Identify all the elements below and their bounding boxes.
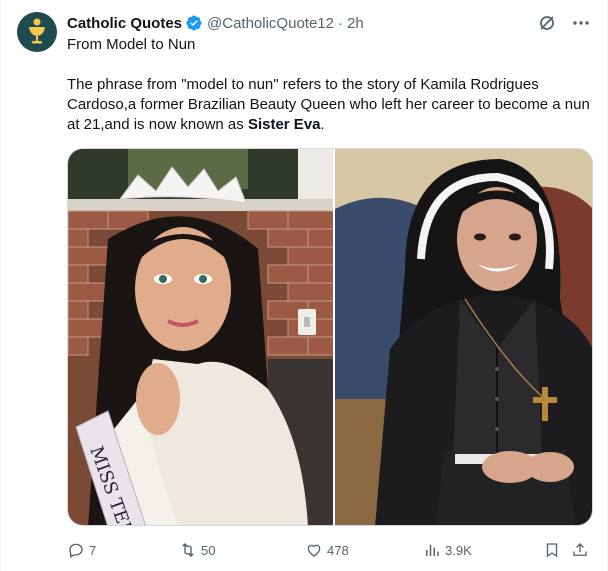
beauty-queen-photo[interactable]: MISS TEE: [68, 149, 335, 525]
bookmark-button[interactable]: [543, 538, 561, 562]
author-name[interactable]: Catholic Quotes: [67, 15, 182, 32]
share-icon: [573, 543, 587, 556]
avatar[interactable]: [17, 12, 57, 52]
tweet-body: The phrase from "model to nun" refers to…: [67, 75, 595, 135]
author-handle[interactable]: @CatholicQuote12: [207, 15, 334, 32]
tweet-actions: 7 50 478 3.9K: [67, 538, 595, 562]
bookmark-icon: [546, 543, 558, 558]
tweet-text: From Model to Nun The phrase from "model…: [67, 35, 595, 155]
verified-badge-icon[interactable]: [185, 14, 203, 32]
reply-count: 7: [89, 542, 97, 558]
tweet-body-text: The phrase from "model to nun" refers to…: [67, 76, 590, 133]
tweet-header: Catholic Quotes @CatholicQuote12 · 2h: [67, 12, 591, 34]
reply-icon: [69, 543, 83, 558]
heart-icon: [307, 544, 321, 557]
grok-icon[interactable]: [537, 13, 557, 33]
beauty-queen-illustration: MISS TEE: [68, 149, 333, 525]
repost-count: 50: [201, 542, 216, 558]
nun-photo[interactable]: [334, 149, 592, 525]
nun-illustration: [334, 149, 592, 525]
chalice-icon: [29, 18, 45, 44]
tweet-title-line: From Model to Nun: [67, 36, 196, 53]
share-button[interactable]: [571, 538, 589, 562]
repost-icon: [182, 543, 194, 557]
like-count: 478: [327, 542, 349, 558]
views-chart-icon: [426, 544, 439, 556]
like-button[interactable]: 478: [305, 538, 349, 562]
reply-button[interactable]: 7: [67, 538, 96, 562]
tweet-card[interactable]: Catholic Quotes @CatholicQuote12 · 2h Fr…: [0, 0, 608, 571]
views-count: 3.9K: [445, 542, 472, 558]
separator-dot: ·: [337, 14, 343, 32]
more-options-icon[interactable]: [571, 13, 591, 33]
tweet-body-bold: Sister Eva: [247, 116, 321, 133]
repost-button[interactable]: 50: [179, 538, 215, 562]
header-actions: [537, 12, 591, 34]
views-button[interactable]: 3.9K: [423, 538, 472, 562]
tweet-time[interactable]: 2h: [347, 15, 364, 32]
tweet-body-end: .: [320, 116, 325, 133]
tweet-media[interactable]: MISS TEE: [67, 148, 593, 526]
